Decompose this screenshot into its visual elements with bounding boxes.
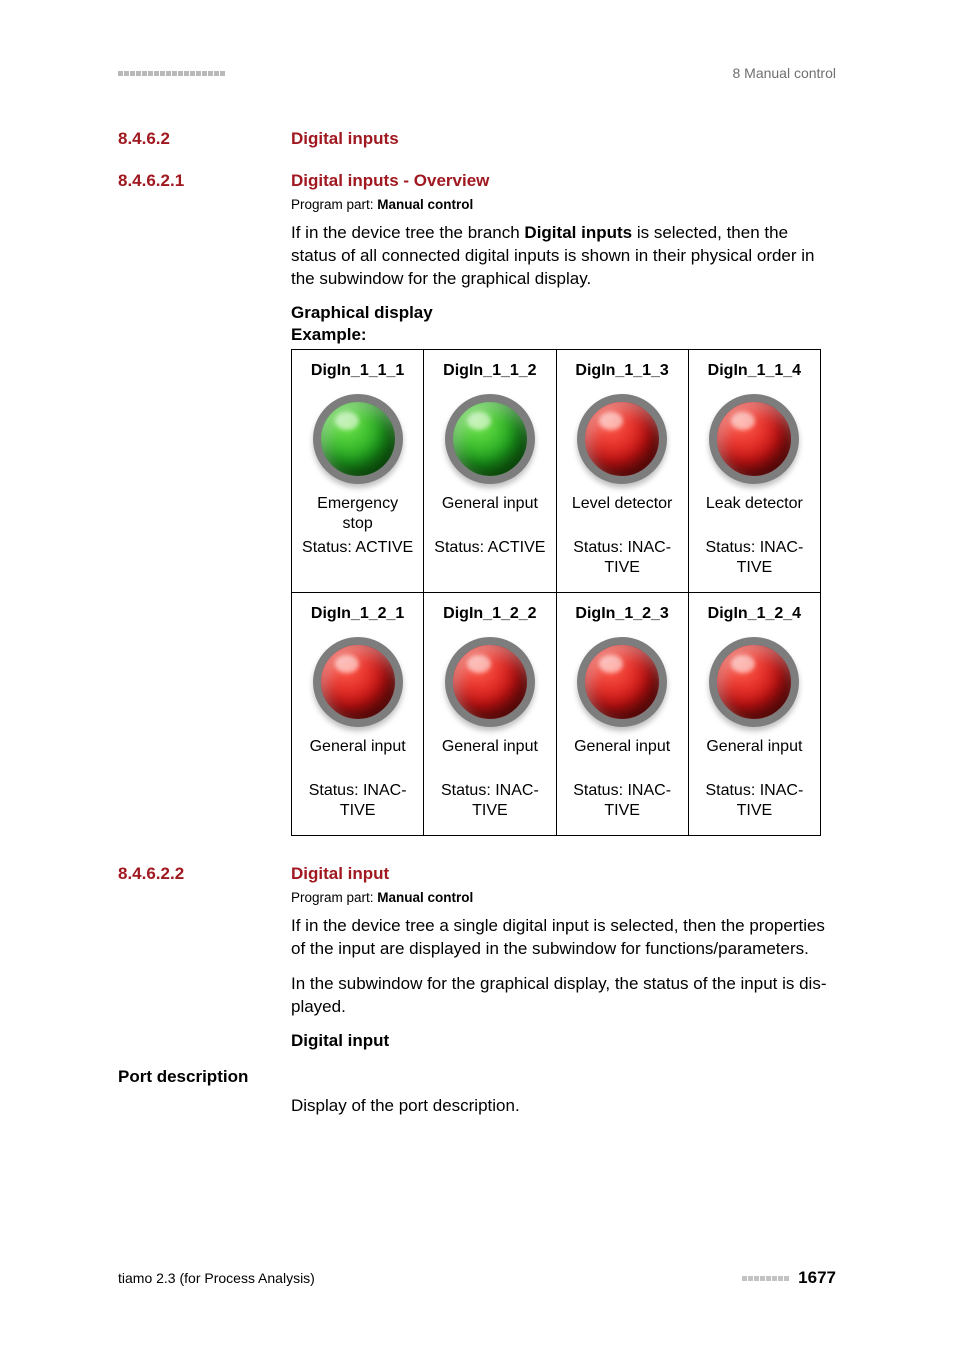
input-status: Status: INAC­TIVE	[563, 781, 682, 827]
input-desc: Emergency stop	[298, 494, 417, 538]
input-desc: General input	[695, 737, 814, 781]
status-led-icon	[445, 637, 535, 727]
input-id: DigIn_1_1_4	[695, 356, 814, 384]
status-led-icon	[313, 394, 403, 484]
section-num-3: 8.4.6.2.2	[118, 864, 291, 884]
status-led-icon	[577, 394, 667, 484]
input-id: DigIn_1_1_2	[430, 356, 549, 384]
input-status: Status: INAC­TIVE	[298, 781, 417, 827]
page-number: 1677	[798, 1268, 836, 1288]
input-status: Status: INAC­TIVE	[563, 538, 682, 584]
input-id: DigIn_1_1_3	[563, 356, 682, 384]
section-title-3: Digital input	[291, 864, 389, 884]
digital-input-p2: In the subwindow for the graphical displ…	[291, 973, 836, 1019]
decor-squares-left	[118, 71, 226, 76]
input-status: Status: INAC­TIVE	[695, 781, 814, 827]
input-status: Status: ACTIVE	[298, 538, 417, 564]
input-desc: Level detector	[563, 494, 682, 538]
status-led-icon	[709, 394, 799, 484]
chapter-label: 8 Manual control	[732, 65, 836, 81]
port-description-label: Port description	[118, 1067, 836, 1087]
section-title-2: Digital inputs - Overview	[291, 171, 489, 191]
page-footer: tiamo 2.3 (for Process Analysis) 1677	[118, 1268, 836, 1288]
decor-squares-right	[742, 1276, 790, 1281]
overview-paragraph: If in the device tree the branch Digital…	[291, 222, 836, 291]
input-desc: General input	[563, 737, 682, 781]
digital-input-heading: Digital input	[291, 1031, 836, 1051]
input-status: Status: ACTIVE	[430, 538, 549, 564]
status-led-icon	[577, 637, 667, 727]
status-led-icon	[445, 394, 535, 484]
footer-product: tiamo 2.3 (for Process Analysis)	[118, 1270, 315, 1286]
input-desc: General input	[430, 737, 549, 781]
digital-input-p1: If in the device tree a single digital i…	[291, 915, 836, 961]
input-id: DigIn_1_2_2	[430, 599, 549, 627]
input-id: DigIn_1_1_1	[298, 356, 417, 384]
graphical-display-heading: Graphical display	[291, 303, 836, 323]
status-led-icon	[313, 637, 403, 727]
input-id: DigIn_1_2_1	[298, 599, 417, 627]
section-title-1: Digital inputs	[291, 129, 399, 149]
input-id: DigIn_1_2_3	[563, 599, 682, 627]
table-row: DigIn_1_2_1 General input Status: INAC­T…	[292, 592, 821, 835]
section-num-1: 8.4.6.2	[118, 129, 291, 149]
input-status: Status: INAC­TIVE	[695, 538, 814, 584]
status-led-icon	[709, 637, 799, 727]
input-status: Status: INAC­TIVE	[430, 781, 549, 827]
digital-inputs-table: DigIn_1_1_1 Emergency stop Status: ACTIV…	[291, 349, 821, 836]
program-part-2: Program part: Manual control	[291, 890, 836, 905]
example-label: Example:	[291, 325, 836, 345]
section-num-2: 8.4.6.2.1	[118, 171, 291, 191]
input-id: DigIn_1_2_4	[695, 599, 814, 627]
port-description-text: Display of the port description.	[291, 1095, 836, 1118]
table-row: DigIn_1_1_1 Emergency stop Status: ACTIV…	[292, 349, 821, 592]
page-header: 8 Manual control	[118, 65, 836, 81]
input-desc: General input	[298, 737, 417, 781]
program-part-1: Program part: Manual control	[291, 197, 836, 212]
input-desc: Leak detector	[695, 494, 814, 538]
input-desc: General input	[430, 494, 549, 538]
